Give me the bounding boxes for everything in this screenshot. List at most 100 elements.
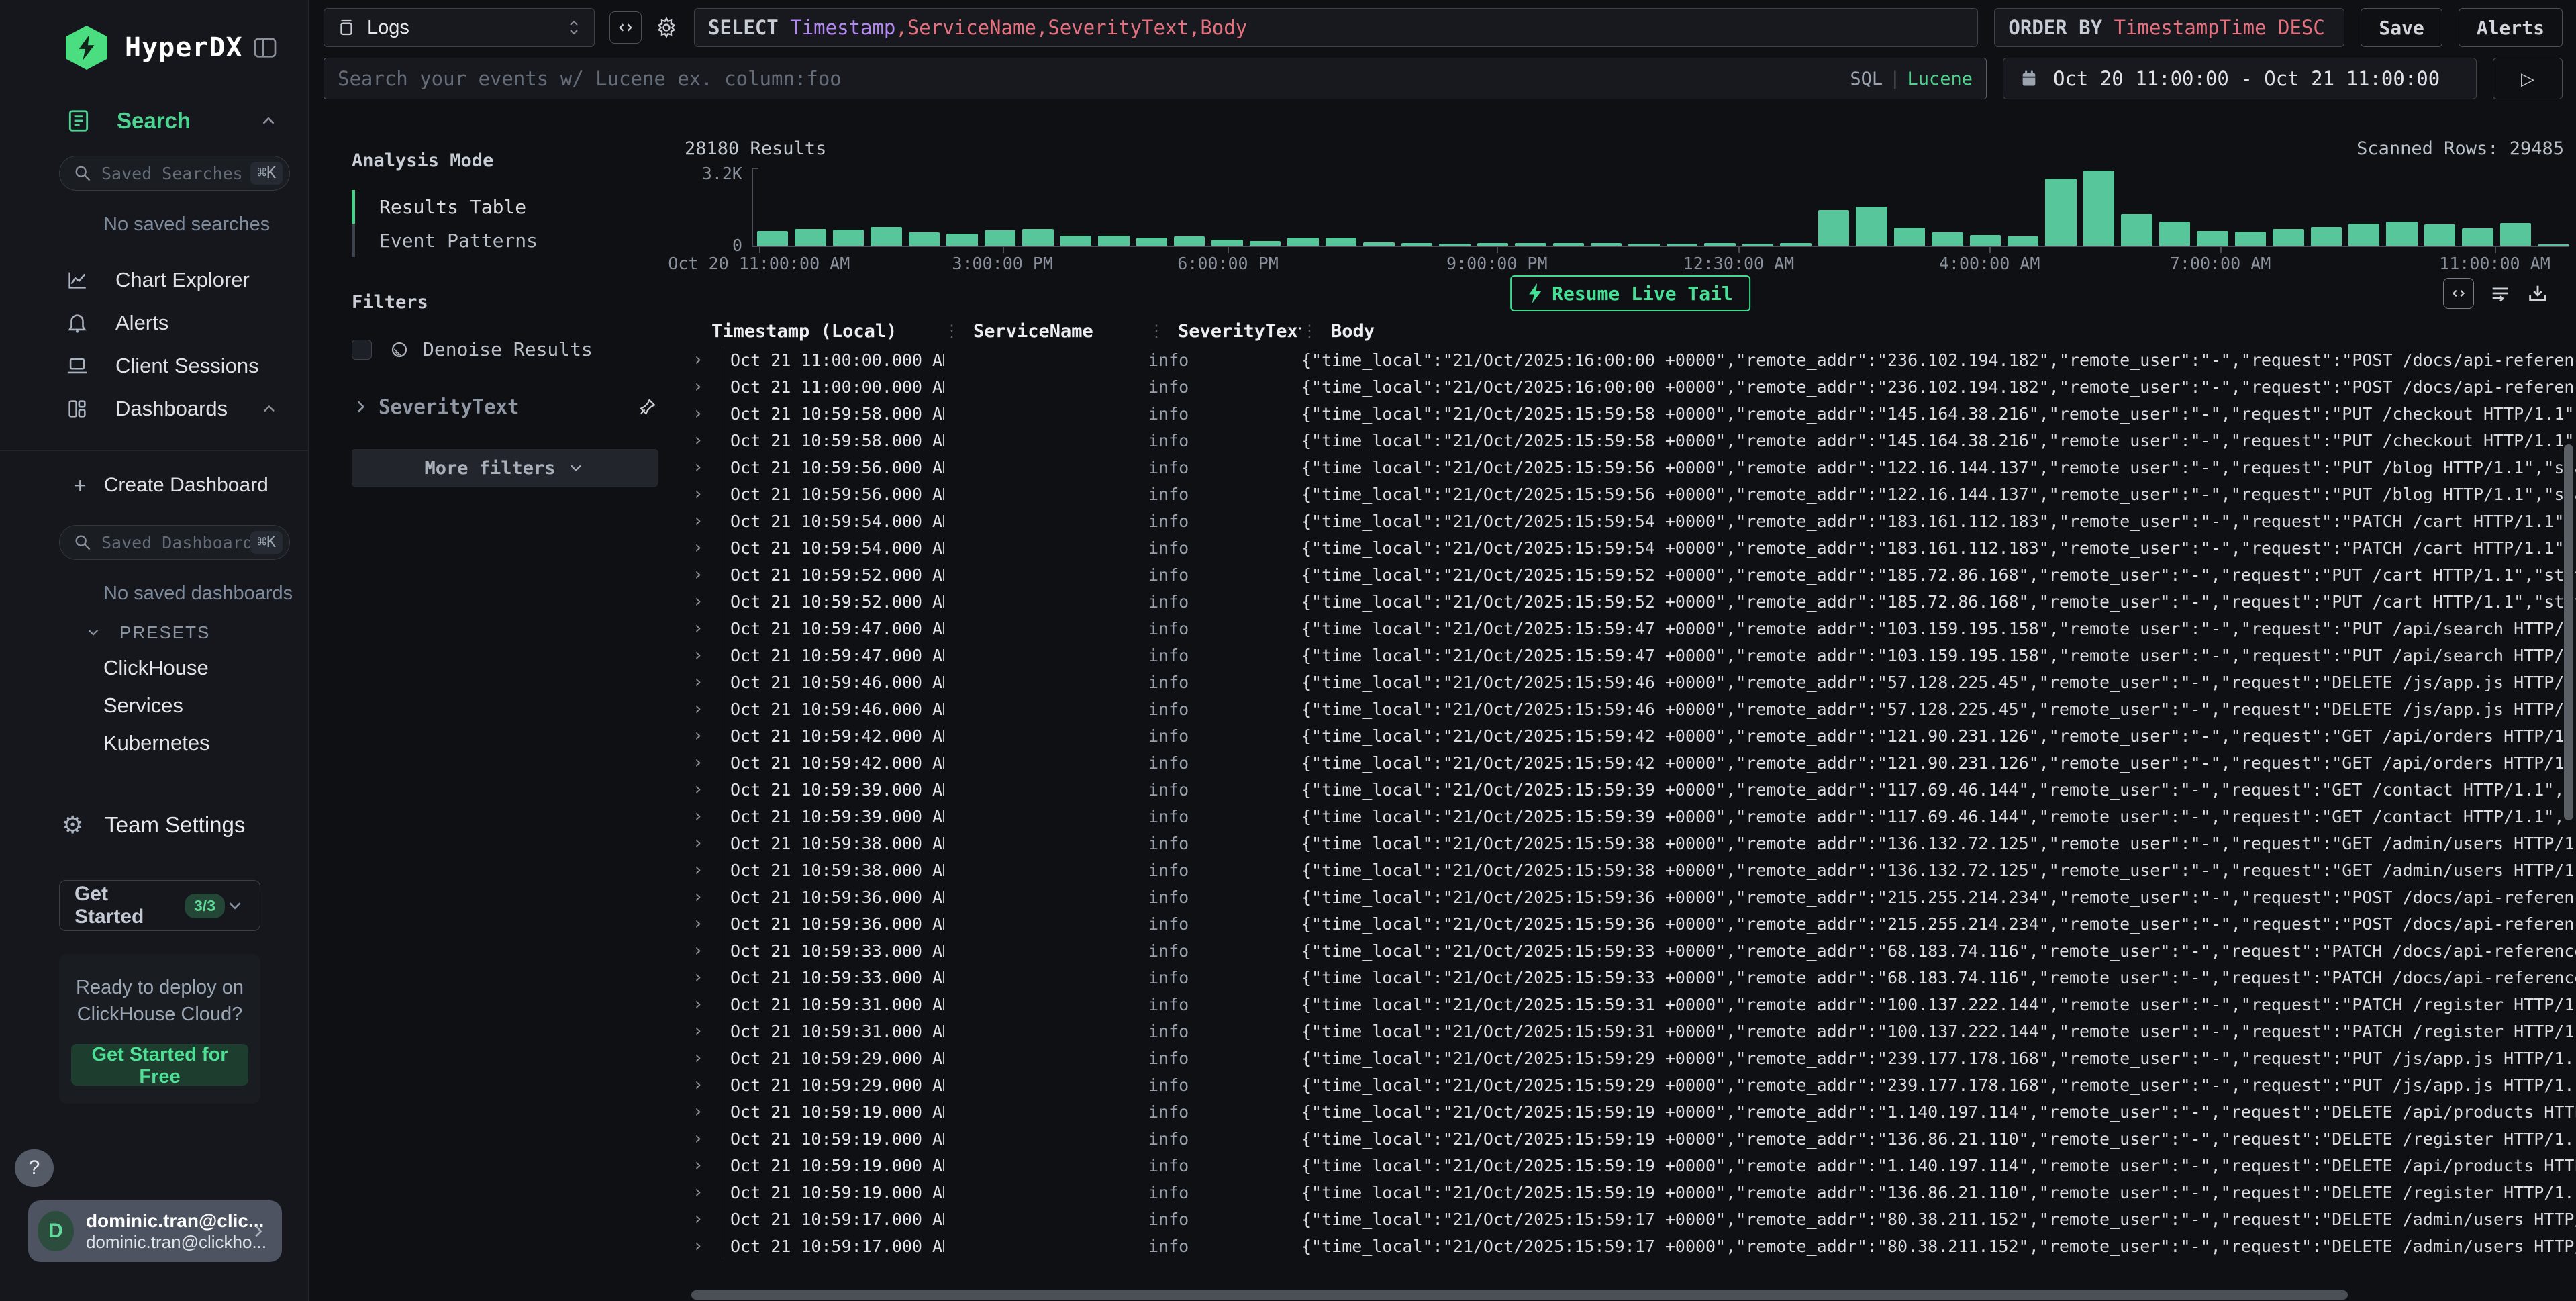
histogram-bar[interactable] (1250, 241, 1281, 246)
mode-event-patterns[interactable]: Event Patterns (352, 224, 658, 257)
histogram-bar[interactable] (1780, 243, 1811, 246)
histogram-bar[interactable] (2273, 229, 2303, 246)
histogram-bar[interactable] (2538, 244, 2569, 246)
row-expand-chevron[interactable]: › (693, 1209, 703, 1229)
event-search-box[interactable]: SQL|Lucene (324, 58, 1987, 99)
denoise-results-toggle[interactable]: Denoise Results (352, 338, 658, 360)
histogram-bar[interactable] (1477, 243, 1508, 246)
user-profile-card[interactable]: D dominic.tran@clic... dominic.tran@clic… (28, 1200, 282, 1262)
event-search-input[interactable] (338, 67, 1836, 90)
histogram-bar[interactable] (2348, 224, 2379, 246)
column-resize-handle[interactable]: ⋮ (944, 322, 958, 340)
column-header-servicename[interactable]: ⋮ServiceName (944, 321, 1148, 342)
histogram-bar[interactable] (1174, 236, 1205, 246)
table-row[interactable]: › Oct 21 10:59:54.000 AM info {"time_loc… (685, 534, 2576, 561)
table-row[interactable]: › Oct 21 10:59:54.000 AM info {"time_loc… (685, 508, 2576, 534)
create-dashboard-button[interactable]: + Create Dashboard (0, 466, 308, 505)
table-row[interactable]: › Oct 21 10:59:17.000 AM info {"time_loc… (685, 1233, 2576, 1259)
histogram-bar[interactable] (1211, 240, 1242, 246)
preset-item-kubernetes[interactable]: Kubernetes (0, 724, 308, 762)
orderby-input[interactable]: ORDER BY TimestampTime DESC (1994, 8, 2344, 47)
source-select[interactable]: Logs (324, 8, 595, 47)
histogram-bar[interactable] (1970, 235, 2001, 246)
table-row[interactable]: › Oct 21 11:00:00.000 AM info {"time_loc… (685, 346, 2576, 373)
histogram-bar[interactable] (1401, 243, 1432, 246)
sidebar-collapse-button[interactable] (252, 34, 279, 61)
row-expand-chevron[interactable]: › (693, 457, 703, 477)
row-expand-chevron[interactable]: › (693, 672, 703, 692)
column-header-timestamp[interactable]: Timestamp (Local) (685, 321, 944, 342)
chevron-up-icon[interactable] (258, 111, 279, 131)
histogram-bar[interactable] (833, 230, 864, 246)
source-settings-button[interactable] (655, 16, 678, 39)
histogram-bar[interactable] (2008, 236, 2038, 246)
download-button[interactable] (2526, 282, 2549, 305)
histogram-bar[interactable] (1894, 228, 1925, 246)
column-resize-handle[interactable]: ⋮ (1301, 322, 1316, 340)
histogram-bar[interactable] (1932, 232, 1963, 246)
histogram-bar[interactable] (757, 231, 788, 246)
table-row[interactable]: › Oct 21 10:59:52.000 AM info {"time_loc… (685, 561, 2576, 588)
sql-mode-option[interactable]: SQL (1850, 68, 1883, 89)
row-expand-chevron[interactable]: › (693, 1102, 703, 1122)
row-expand-chevron[interactable]: › (693, 887, 703, 907)
row-expand-chevron[interactable]: › (693, 1236, 703, 1256)
table-row[interactable]: › Oct 21 10:59:33.000 AM info {"time_loc… (685, 937, 2576, 964)
table-row[interactable]: › Oct 21 10:59:36.000 AM info {"time_loc… (685, 883, 2576, 910)
row-expand-chevron[interactable]: › (693, 377, 703, 397)
row-expand-chevron[interactable]: › (693, 591, 703, 612)
histogram-bar[interactable] (2083, 171, 2114, 246)
table-row[interactable]: › Oct 21 10:59:58.000 AM info {"time_loc… (685, 400, 2576, 427)
row-expand-chevron[interactable]: › (693, 538, 703, 558)
saved-searches-searchbox[interactable]: ⌘K (59, 156, 290, 191)
histogram-bar[interactable] (1136, 238, 1167, 246)
row-expand-chevron[interactable]: › (693, 914, 703, 934)
histogram-bar[interactable] (2121, 214, 2152, 246)
row-expand-chevron[interactable]: › (693, 833, 703, 853)
lucene-mode-option[interactable]: Lucene (1907, 68, 1973, 89)
preset-item-clickhouse[interactable]: ClickHouse (0, 649, 308, 687)
row-expand-chevron[interactable]: › (693, 779, 703, 800)
view-source-button[interactable] (2443, 278, 2474, 309)
row-expand-chevron[interactable]: › (693, 860, 703, 880)
column-header-severitytext[interactable]: ⋮SeverityText (1148, 321, 1301, 342)
row-expand-chevron[interactable]: › (693, 1182, 703, 1202)
row-expand-chevron[interactable]: › (693, 618, 703, 638)
histogram-bar[interactable] (1326, 238, 1356, 246)
table-row[interactable]: › Oct 21 10:59:56.000 AM info {"time_loc… (685, 454, 2576, 481)
table-row[interactable]: › Oct 21 10:59:42.000 AM info {"time_loc… (685, 749, 2576, 776)
row-expand-chevron[interactable]: › (693, 699, 703, 719)
query-language-toggle[interactable]: SQL|Lucene (1850, 68, 1973, 89)
histogram-bar[interactable] (909, 232, 940, 246)
row-expand-chevron[interactable]: › (693, 806, 703, 826)
histogram-bar[interactable] (1856, 207, 1887, 246)
table-row[interactable]: › Oct 21 10:59:17.000 AM info {"time_loc… (685, 1206, 2576, 1233)
table-row[interactable]: › Oct 21 10:59:29.000 AM info {"time_loc… (685, 1071, 2576, 1098)
row-expand-chevron[interactable]: › (693, 350, 703, 370)
histogram-bar[interactable] (2235, 232, 2266, 246)
saved-dashboards-input[interactable] (101, 533, 250, 552)
more-filters-button[interactable]: More filters (352, 449, 658, 487)
histogram-bar[interactable] (1363, 242, 1394, 246)
table-row[interactable]: › Oct 21 10:59:19.000 AM info {"time_loc… (685, 1125, 2576, 1152)
histogram-bar[interactable] (1628, 244, 1659, 246)
histogram-bar[interactable] (2386, 222, 2417, 246)
edit-sql-button[interactable] (609, 11, 642, 44)
table-row[interactable]: › Oct 21 10:59:36.000 AM info {"time_loc… (685, 910, 2576, 937)
facet-severitytext[interactable]: SeverityText (352, 395, 658, 418)
denoise-checkbox[interactable] (352, 340, 372, 360)
run-query-button[interactable]: ▷ (2493, 58, 2563, 99)
time-range-picker[interactable]: Oct 20 11:00:00 - Oct 21 11:00:00 (2003, 58, 2477, 99)
table-row[interactable]: › Oct 21 10:59:52.000 AM info {"time_loc… (685, 588, 2576, 615)
get-started-dropdown[interactable]: Get Started 3/3 (59, 880, 260, 931)
table-row[interactable]: › Oct 21 10:59:31.000 AM info {"time_loc… (685, 991, 2576, 1018)
histogram-bar[interactable] (1515, 243, 1546, 246)
row-expand-chevron[interactable]: › (693, 994, 703, 1014)
pin-icon[interactable] (638, 397, 658, 417)
presets-toggle[interactable]: PRESETS (0, 616, 308, 649)
table-row[interactable]: › Oct 21 10:59:38.000 AM info {"time_loc… (685, 857, 2576, 883)
histogram-bar[interactable] (1439, 244, 1470, 246)
table-row[interactable]: › Oct 21 10:59:19.000 AM info {"time_loc… (685, 1179, 2576, 1206)
row-expand-chevron[interactable]: › (693, 753, 703, 773)
histogram-bar[interactable] (1098, 236, 1129, 246)
